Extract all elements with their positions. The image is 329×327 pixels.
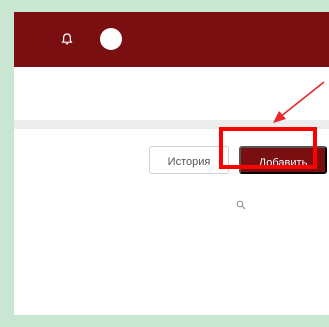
section-divider <box>14 120 329 129</box>
history-button[interactable]: История <box>149 146 229 174</box>
avatar[interactable] <box>100 28 122 50</box>
bell-icon[interactable] <box>60 32 74 46</box>
add-button[interactable]: Добавить <box>239 146 327 174</box>
screenshot-stage: История Добавить <box>0 0 329 327</box>
search-icon[interactable] <box>236 200 246 210</box>
top-navbar <box>14 12 329 67</box>
app-window: История Добавить <box>14 12 329 315</box>
